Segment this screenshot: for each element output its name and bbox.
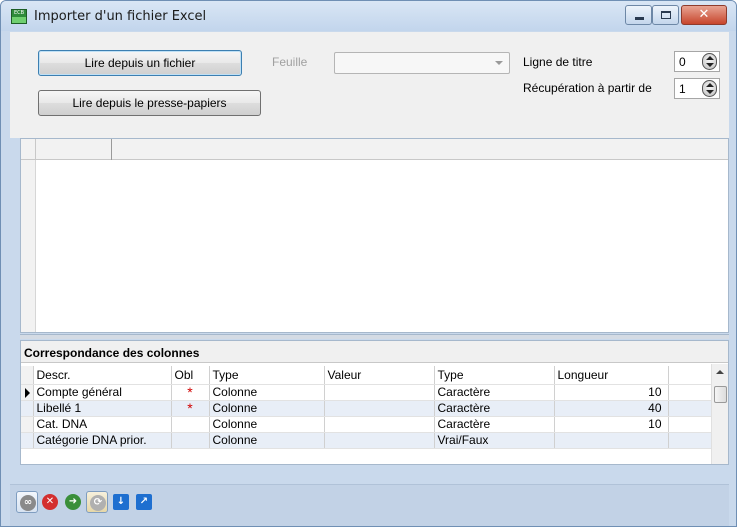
cell-type-2[interactable]: Vrai/Faux	[434, 432, 555, 449]
window-title: Importer d'un fichier Excel	[34, 9, 207, 24]
mapping-scrollbar[interactable]	[711, 364, 728, 464]
cell-type-2[interactable]: Caractère	[434, 384, 555, 401]
link-button[interactable]: ∞	[16, 491, 38, 513]
link-icon: ∞	[20, 495, 36, 511]
column-mapping-title: Correspondance des colonnes	[21, 341, 728, 363]
preview-corner[interactable]	[21, 139, 36, 160]
sheet-select[interactable]	[334, 52, 510, 74]
read-from-file-button[interactable]: Lire depuis un fichier	[38, 50, 242, 76]
cell-valeur[interactable]	[324, 416, 435, 433]
chevron-down-icon	[495, 61, 503, 65]
cell-spare	[668, 432, 712, 449]
row-header-cell	[21, 366, 34, 385]
move-down-button[interactable]: ↓	[110, 491, 132, 513]
refresh-button[interactable]: ⟳	[86, 491, 108, 513]
read-from-clipboard-button[interactable]: Lire depuis le presse-papiers	[38, 90, 261, 116]
splitter[interactable]	[20, 334, 729, 339]
import-excel-window: ECB Importer d'un fichier Excel ✕ Lire d…	[0, 0, 737, 527]
column-header-obl[interactable]: Obl	[171, 366, 210, 385]
table-row[interactable]: Compte général * Colonne Caractère 10	[21, 384, 712, 401]
cancel-button[interactable]: ✕	[39, 491, 61, 513]
title-bar[interactable]: ECB Importer d'un fichier Excel ✕	[1, 1, 736, 31]
cell-type[interactable]: Colonne	[209, 400, 325, 417]
start-row-value: 1	[679, 82, 686, 96]
cell-spare	[668, 384, 712, 401]
cell-valeur[interactable]	[324, 400, 435, 417]
row-header-cell	[21, 416, 34, 433]
column-header-spare	[668, 366, 712, 385]
preview-header	[21, 139, 728, 160]
maximize-icon	[661, 11, 671, 19]
scroll-up-icon[interactable]	[716, 370, 724, 374]
cell-type[interactable]: Colonne	[209, 384, 325, 401]
cell-type[interactable]: Colonne	[209, 416, 325, 433]
app-icon: ECB	[11, 9, 27, 24]
cell-longueur[interactable]: 10	[554, 416, 669, 433]
spinner-updown-icon[interactable]	[702, 53, 717, 70]
arrow-export-icon: ↗	[136, 494, 152, 510]
required-marker	[171, 432, 210, 449]
column-header-descr[interactable]: Descr.	[33, 366, 172, 385]
start-row-spinner[interactable]: 1	[674, 78, 720, 99]
cell-type-2[interactable]: Caractère	[434, 416, 555, 433]
column-mapping-panel: Correspondance des colonnes Descr. Obl T…	[20, 340, 729, 465]
excel-preview-grid[interactable]	[20, 138, 729, 333]
minimize-button[interactable]	[625, 5, 652, 25]
column-header-valeur[interactable]: Valeur	[324, 366, 435, 385]
app-icon-label: ECB	[13, 10, 25, 16]
spinner-updown-icon[interactable]	[702, 80, 717, 97]
column-mapping-table: Descr. Obl Type Valeur Type Longueur Com…	[21, 366, 712, 449]
table-header-row: Descr. Obl Type Valeur Type Longueur	[21, 366, 712, 385]
column-header-type[interactable]: Type	[209, 366, 325, 385]
cancel-icon: ✕	[42, 494, 58, 510]
sheet-label: Feuille	[272, 55, 308, 69]
import-button[interactable]: ➜	[62, 491, 84, 513]
required-marker: *	[171, 384, 210, 401]
table-row[interactable]: Cat. DNA Colonne Caractère 10	[21, 416, 712, 433]
row-header-cell	[21, 432, 34, 449]
preview-column-header[interactable]	[36, 139, 112, 160]
cell-longueur[interactable]: 40	[554, 400, 669, 417]
cell-descr[interactable]: Compte général	[33, 384, 172, 401]
title-row-label: Ligne de titre	[523, 55, 593, 69]
preview-row-headers	[21, 160, 36, 332]
scroll-thumb[interactable]	[714, 386, 727, 403]
close-icon: ✕	[698, 7, 710, 22]
maximize-button[interactable]	[652, 5, 679, 25]
title-row-value: 0	[679, 55, 686, 69]
cell-type-2[interactable]: Caractère	[434, 400, 555, 417]
required-marker: *	[171, 400, 210, 417]
refresh-icon: ⟳	[90, 495, 106, 511]
row-pointer-icon	[25, 387, 30, 398]
column-header-type-2[interactable]: Type	[434, 366, 555, 385]
cell-descr[interactable]: Libellé 1	[33, 400, 172, 417]
bottom-toolbar: ∞ ✕ ➜ ⟳ ↓ ↗	[10, 484, 729, 526]
row-header-cell	[21, 400, 34, 417]
import-options-panel: Lire depuis un fichier Lire depuis le pr…	[10, 32, 729, 138]
table-row[interactable]: Catégorie DNA prior. Colonne Vrai/Faux	[21, 432, 712, 449]
current-row-indicator	[21, 384, 34, 401]
minimize-icon	[635, 17, 644, 20]
column-header-longueur[interactable]: Longueur	[554, 366, 669, 385]
start-row-label: Récupération à partir de	[523, 81, 652, 95]
export-button[interactable]: ↗	[133, 491, 155, 513]
cell-descr[interactable]: Catégorie DNA prior.	[33, 432, 172, 449]
cell-spare	[668, 400, 712, 417]
cell-spare	[668, 416, 712, 433]
table-row[interactable]: Libellé 1 * Colonne Caractère 40	[21, 400, 712, 417]
cell-longueur[interactable]	[554, 432, 669, 449]
cell-type[interactable]: Colonne	[209, 432, 325, 449]
cell-longueur[interactable]: 10	[554, 384, 669, 401]
title-row-spinner[interactable]: 0	[674, 51, 720, 72]
cell-valeur[interactable]	[324, 384, 435, 401]
close-button[interactable]: ✕	[681, 5, 727, 25]
arrow-down-icon: ↓	[113, 494, 129, 510]
required-marker	[171, 416, 210, 433]
import-icon: ➜	[65, 494, 81, 510]
cell-descr[interactable]: Cat. DNA	[33, 416, 172, 433]
cell-valeur[interactable]	[324, 432, 435, 449]
